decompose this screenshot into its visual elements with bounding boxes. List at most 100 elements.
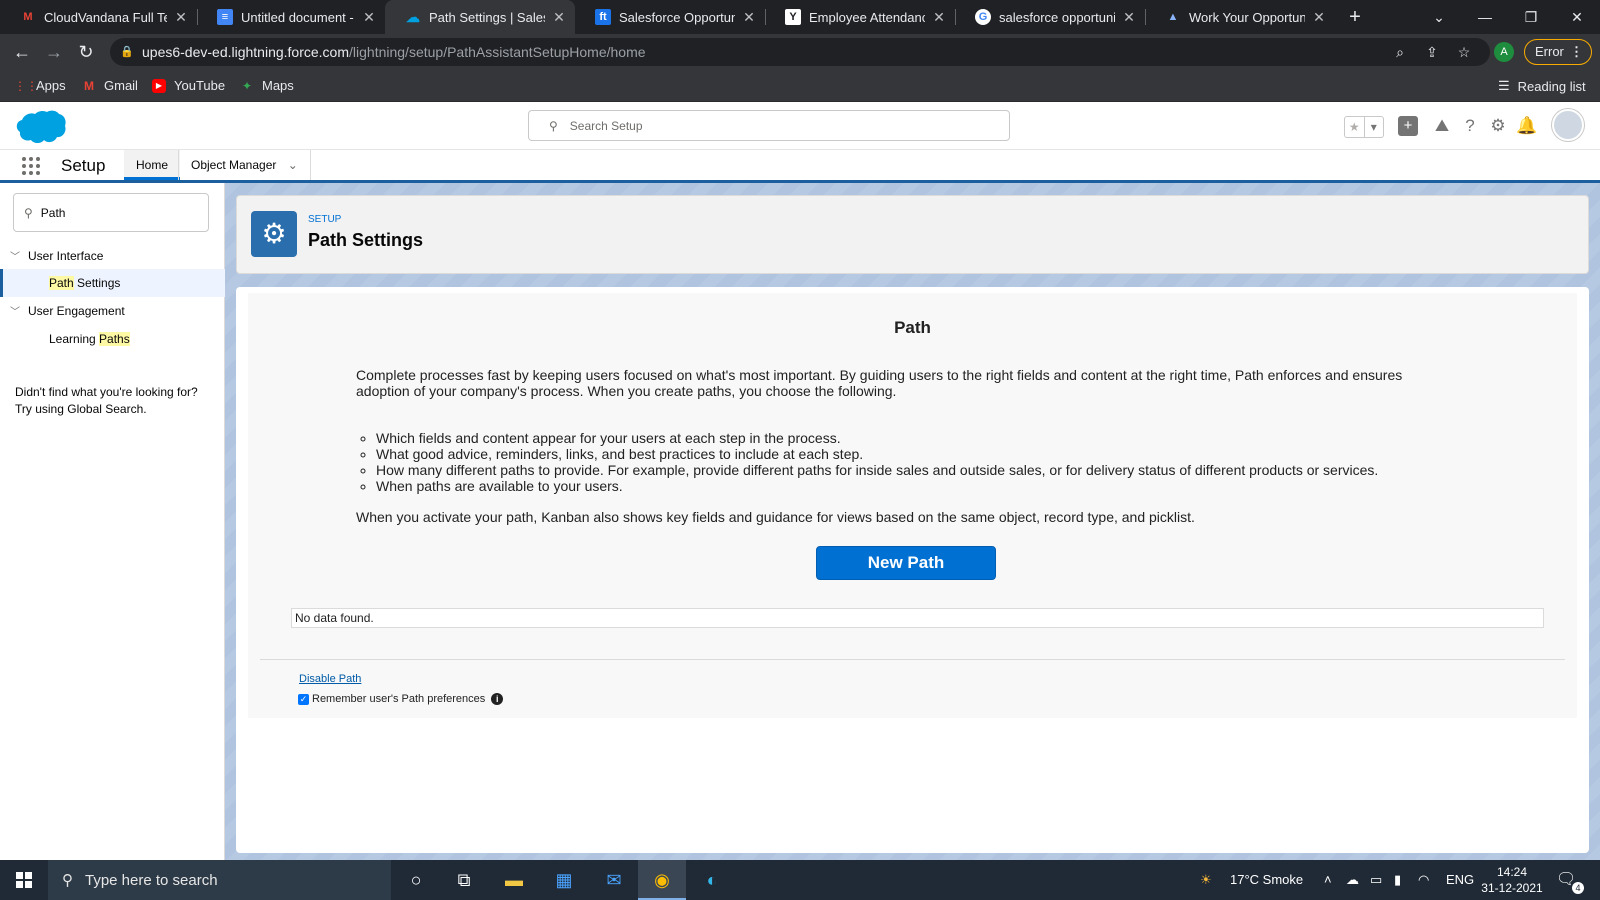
wifi-icon[interactable]: ◠ bbox=[1418, 860, 1429, 900]
global-search-hint: Didn't find what you're looking for? Try… bbox=[15, 385, 198, 416]
close-icon[interactable]: ✕ bbox=[741, 9, 757, 26]
task-view-icon[interactable]: ⧉ bbox=[440, 860, 488, 900]
close-icon[interactable]: ✕ bbox=[1121, 9, 1137, 26]
bell-icon[interactable]: 🔔 bbox=[1516, 116, 1537, 136]
youtube-icon: ▶ bbox=[152, 78, 166, 93]
bookmark-star-icon[interactable]: ☆ bbox=[1456, 44, 1472, 60]
global-actions-plus-icon[interactable]: + bbox=[1398, 116, 1418, 136]
tab-object-manager[interactable]: Object Manager ⌄ bbox=[178, 150, 311, 180]
reload-icon[interactable]: ↻ bbox=[74, 41, 98, 63]
path-description: Complete processes fast by keeping users… bbox=[356, 367, 1403, 399]
browser-tab-path-settings[interactable]: ☁ Path Settings | Salesforc ✕ bbox=[385, 0, 575, 34]
list-item: What good advice, reminders, links, and … bbox=[376, 446, 1476, 462]
zoom-icon[interactable]: ⌕ bbox=[1392, 44, 1408, 60]
path-feature-list: Which fields and content appear for your… bbox=[376, 430, 1476, 494]
bookmark-gmail[interactable]: M Gmail bbox=[82, 78, 138, 93]
battery-icon[interactable]: ▮ bbox=[1394, 860, 1401, 900]
taskbar-search-box[interactable]: ⚲ Type here to search bbox=[48, 860, 391, 900]
notification-center-icon[interactable]: 🗨 bbox=[1556, 860, 1576, 900]
restore-button[interactable]: ❐ bbox=[1508, 0, 1554, 34]
new-tab-button[interactable]: + bbox=[1344, 6, 1366, 28]
setup-sidebar: ⚲ Path ﹀ User Interface Path Settings ﹀ … bbox=[0, 183, 225, 860]
tree-item-user-engagement[interactable]: ﹀ User Engagement bbox=[10, 303, 125, 319]
file-explorer-icon[interactable]: ▬ bbox=[490, 860, 538, 900]
user-avatar[interactable] bbox=[1552, 109, 1584, 141]
apps-grid-icon: ⋮⋮ bbox=[14, 78, 38, 93]
bookmark-maps[interactable]: ✦ Maps bbox=[240, 78, 294, 93]
favorites-control[interactable]: ★ ▾ bbox=[1344, 116, 1384, 138]
browser-tab-ft[interactable]: ft Salesforce Opportunity ✕ bbox=[575, 0, 765, 34]
new-path-button[interactable]: New Path bbox=[816, 546, 996, 580]
gmail-icon: M bbox=[23, 11, 33, 23]
tree-item-learning-paths[interactable]: Learning Paths bbox=[0, 325, 225, 353]
tree-item-user-interface[interactable]: ﹀ User Interface bbox=[10, 248, 104, 264]
close-icon[interactable]: ✕ bbox=[361, 9, 377, 26]
onedrive-cloud-icon[interactable]: ☁ bbox=[1346, 860, 1359, 900]
breadcrumb: SETUP bbox=[308, 214, 342, 225]
salesforce-logo-icon[interactable] bbox=[14, 110, 66, 144]
quick-find-input[interactable]: ⚲ Path bbox=[13, 193, 209, 232]
back-arrow-icon[interactable]: ← bbox=[10, 41, 34, 63]
profile-avatar[interactable]: A bbox=[1494, 42, 1514, 62]
close-icon[interactable]: ✕ bbox=[1311, 9, 1327, 26]
bookmark-apps[interactable]: ⋮⋮ Apps bbox=[14, 78, 66, 93]
bookmark-label: Maps bbox=[262, 78, 294, 93]
chevron-down-icon: ﹀ bbox=[10, 252, 20, 263]
page-header: ⚙ SETUP Path Settings bbox=[236, 195, 1589, 274]
cortana-icon[interactable]: ○ bbox=[392, 860, 440, 900]
mail-icon[interactable]: ✉ bbox=[590, 860, 638, 900]
tab-search-chevron-icon[interactable]: ⌄ bbox=[1416, 0, 1462, 34]
search-setup-input[interactable]: ⚲ Search Setup bbox=[528, 110, 1010, 141]
start-button[interactable] bbox=[0, 860, 48, 900]
weather-text[interactable]: 17°C Smoke bbox=[1230, 860, 1303, 900]
app-launcher-icon[interactable] bbox=[22, 157, 40, 175]
chrome-icon[interactable]: ◉ bbox=[638, 860, 686, 900]
microsoft-store-icon[interactable]: ▦ bbox=[540, 860, 588, 900]
tab-title: Untitled document - Go bbox=[241, 9, 355, 25]
remember-preferences-label: Remember user's Path preferences bbox=[312, 693, 486, 705]
tree-item-path-settings[interactable]: Path Settings bbox=[0, 269, 225, 297]
window-close-button[interactable]: ✕ bbox=[1554, 0, 1600, 34]
page-title: Path Settings bbox=[308, 230, 424, 250]
chevron-up-icon[interactable]: ˄ bbox=[1324, 860, 1332, 900]
list-item: How many different paths to provide. For… bbox=[376, 462, 1476, 478]
browser-tab-gmail[interactable]: M CloudVandana Full Tean ✕ bbox=[0, 0, 197, 34]
forward-arrow-icon[interactable]: → bbox=[42, 41, 66, 63]
star-icon[interactable]: ★ bbox=[1345, 117, 1364, 137]
info-icon[interactable]: i bbox=[491, 693, 504, 705]
share-icon[interactable]: ⇪ bbox=[1424, 44, 1440, 60]
kanban-note: When you activate your path, Kanban also… bbox=[356, 509, 1195, 525]
gear-icon[interactable]: ⚙ bbox=[1488, 116, 1508, 136]
edge-icon[interactable]: ◐ bbox=[688, 860, 736, 900]
close-icon[interactable]: ✕ bbox=[551, 9, 567, 26]
clock[interactable]: 14:24 31-12-2021 bbox=[1480, 864, 1544, 896]
remember-preferences-checkbox[interactable]: ✓ bbox=[298, 693, 309, 705]
close-icon[interactable]: ✕ bbox=[173, 9, 189, 26]
error-button[interactable]: Error ⋮ bbox=[1524, 39, 1592, 65]
url-bar[interactable]: 🔒 upes6-dev-ed.lightning.force.com/light… bbox=[110, 38, 1490, 66]
error-label: Error bbox=[1535, 44, 1564, 59]
quick-find-value: Path bbox=[40, 205, 66, 220]
bookmark-label: YouTube bbox=[174, 78, 226, 93]
browser-tab-attendance[interactable]: Y Employee Attendance L ✕ bbox=[765, 0, 955, 34]
close-icon[interactable]: ✕ bbox=[931, 9, 947, 26]
browser-tab-google[interactable]: G salesforce opportunity ✕ bbox=[955, 0, 1145, 34]
disable-path-link[interactable]: Disable Path bbox=[299, 673, 361, 685]
chevron-down-icon[interactable]: ▾ bbox=[1363, 117, 1384, 137]
meet-icon[interactable]: ▭ bbox=[1370, 860, 1382, 900]
search-icon: ⚲ bbox=[24, 205, 33, 220]
language-indicator[interactable]: ENG bbox=[1446, 860, 1474, 900]
browser-tab-docs[interactable]: ≡ Untitled document - Go ✕ bbox=[197, 0, 385, 34]
tab-home[interactable]: Home bbox=[124, 150, 181, 180]
kebab-menu-icon: ⋮ bbox=[1570, 44, 1583, 59]
bookmark-youtube[interactable]: ▶ YouTube bbox=[152, 78, 225, 93]
browser-tab-trailhead[interactable]: ▲ Work Your Opportuniti ✕ bbox=[1145, 0, 1335, 34]
docs-icon: ≡ bbox=[217, 9, 233, 25]
reading-list-button[interactable]: ☰ Reading list bbox=[1498, 78, 1586, 94]
setup-gear-icon: ⚙ bbox=[251, 211, 297, 257]
help-icon[interactable]: ? bbox=[1460, 116, 1480, 136]
minimize-button[interactable]: — bbox=[1462, 0, 1508, 34]
trailhead-icon[interactable]: ⛰ bbox=[1432, 116, 1452, 136]
tab-title: salesforce opportunity bbox=[999, 9, 1115, 25]
tree-label: User Interface bbox=[28, 248, 104, 263]
